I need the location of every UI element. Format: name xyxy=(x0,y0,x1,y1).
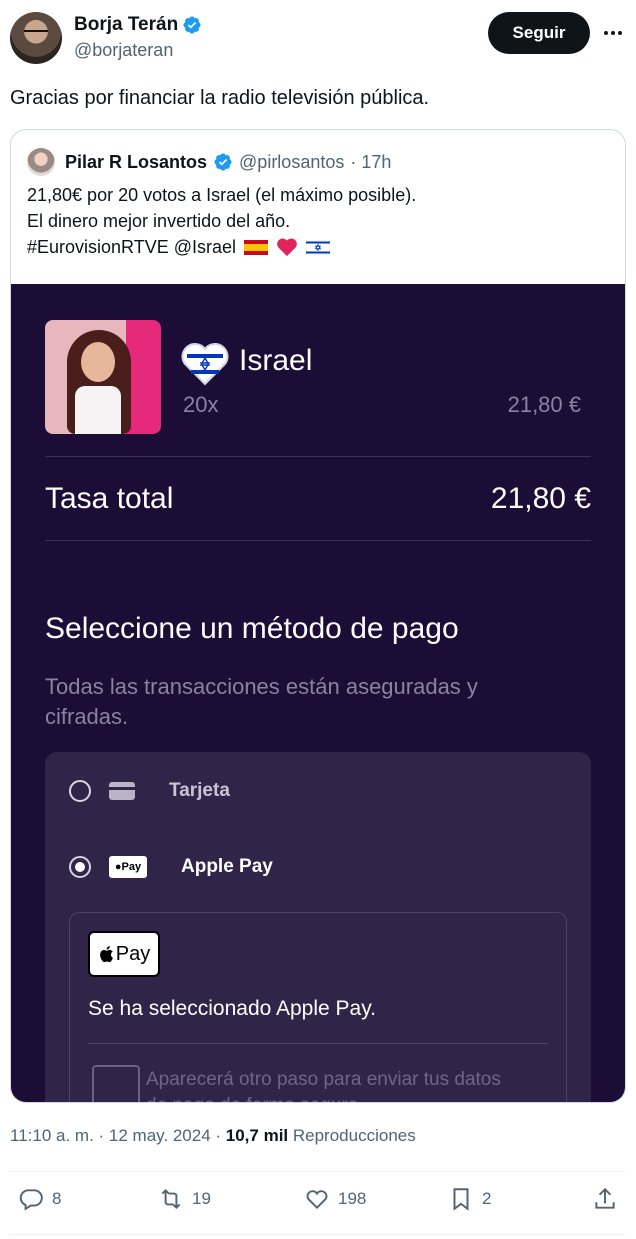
tweet-timestamp[interactable]: 11:10 a. m. · 12 may. 2024 · xyxy=(10,1126,226,1145)
follow-button[interactable]: Seguir xyxy=(488,12,590,54)
quote-avatar[interactable] xyxy=(27,148,55,176)
author-handle[interactable]: @borjateran xyxy=(74,40,173,61)
quote-author-name[interactable]: Pilar R Losantos xyxy=(65,152,207,173)
verified-badge-icon xyxy=(214,153,232,171)
like-button[interactable]: 198 xyxy=(304,1186,366,1212)
payment-method-subtitle: Todas las transacciones están aseguradas… xyxy=(45,674,478,729)
share-button[interactable] xyxy=(592,1186,618,1212)
line-price: 21,80 € xyxy=(507,392,581,417)
tweet-text: Gracias por financiar la radio televisió… xyxy=(10,87,430,109)
reply-button[interactable]: 8 xyxy=(18,1186,61,1212)
author-avatar[interactable] xyxy=(10,12,62,64)
verified-badge-icon xyxy=(183,16,201,34)
radio-applepay[interactable] xyxy=(69,856,91,878)
views-label: Reproducciones xyxy=(292,1126,416,1145)
spain-flag-icon xyxy=(244,240,269,255)
applepay-logo-icon: Pay xyxy=(88,931,160,977)
repost-button[interactable]: 19 xyxy=(158,1186,211,1212)
applepay-details: Pay Se ha seleccionado Apple Pay. Aparec… xyxy=(69,912,567,1102)
quote-timestamp[interactable]: · 17h xyxy=(350,152,391,173)
quote-line-hashtags: #EurovisionRTVE @Israel xyxy=(27,234,416,260)
next-step-text: Aparecerá otro paso para enviar tus dato… xyxy=(146,1069,501,1102)
divider xyxy=(45,540,591,541)
israel-heart-icon xyxy=(181,343,229,386)
quote-header: Pilar R Losantos @pirlosantos · 17h xyxy=(27,146,391,178)
quote-line: El dinero mejor invertido del año. xyxy=(27,211,291,231)
option-label: Apple Pay xyxy=(181,856,273,877)
view-count: 10,7 mil xyxy=(225,1126,289,1145)
applepay-selected-text: Se ha seleccionado Apple Pay. xyxy=(88,997,376,1020)
quote-text: 21,80€ por 20 votos a Israel (el máximo … xyxy=(27,182,416,260)
share-icon xyxy=(595,1187,615,1209)
bookmark-icon xyxy=(453,1188,469,1211)
action-bar: 8 19 198 2 xyxy=(10,1186,626,1220)
applepay-icon: ●Pay xyxy=(109,856,147,878)
artist-photo xyxy=(45,320,161,434)
divider xyxy=(88,1043,548,1044)
payment-options-panel: Tarjeta ●Pay Apple Pay Pay Se ha selecci… xyxy=(45,752,591,1102)
payment-option-card[interactable]: Tarjeta xyxy=(69,776,230,806)
device-redirect-icon xyxy=(92,1065,140,1102)
divider xyxy=(10,1171,626,1172)
red-heart-icon xyxy=(277,238,297,257)
divider xyxy=(10,1234,626,1235)
more-options-icon[interactable] xyxy=(600,22,626,44)
payment-method-title: Seleccione un método de pago xyxy=(45,612,459,645)
quote-line: 21,80€ por 20 votos a Israel (el máximo … xyxy=(27,185,417,205)
country-name: Israel xyxy=(239,344,313,377)
divider xyxy=(45,456,591,457)
vote-count: 20x xyxy=(183,392,219,417)
option-label: Tarjeta xyxy=(169,780,230,801)
quote-media-image[interactable]: Israel 20x 21,80 € Tasa total 21,80 € Se… xyxy=(11,284,625,1102)
total-value: 21,80 € xyxy=(490,482,591,515)
quoted-tweet[interactable]: Pilar R Losantos @pirlosantos · 17h 21,8… xyxy=(10,129,626,1103)
quote-author-handle[interactable]: @pirlosantos xyxy=(239,152,344,173)
tweet-meta: 11:10 a. m. · 12 may. 2024 · 10,7 mil Re… xyxy=(10,1126,416,1146)
total-label: Tasa total xyxy=(45,482,174,515)
repost-icon xyxy=(161,1188,181,1210)
israel-flag-icon xyxy=(306,240,331,255)
heart-icon xyxy=(306,1190,328,1210)
reply-icon xyxy=(19,1189,43,1211)
payment-option-applepay[interactable]: ●Pay Apple Pay xyxy=(69,852,273,882)
author-name-row[interactable]: Borja Terán xyxy=(74,14,202,36)
author-name[interactable]: Borja Terán xyxy=(74,14,178,36)
radio-card[interactable] xyxy=(69,780,91,802)
credit-card-icon xyxy=(109,782,135,800)
bookmark-button[interactable]: 2 xyxy=(448,1186,491,1212)
tweet-header: Borja Terán @borjateran Seguir xyxy=(10,12,626,66)
